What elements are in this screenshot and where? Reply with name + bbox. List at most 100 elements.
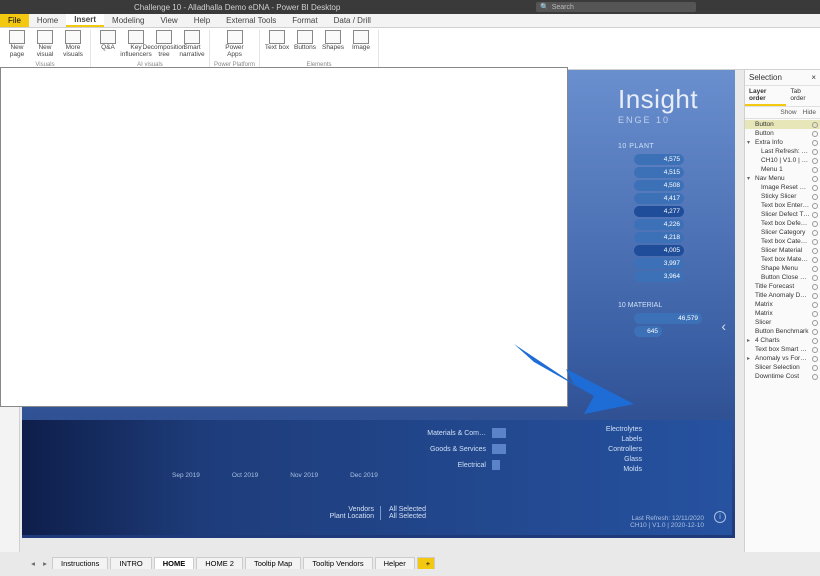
- info-icon[interactable]: i: [714, 511, 726, 523]
- close-icon[interactable]: ×: [811, 73, 816, 82]
- menu-file[interactable]: File: [0, 14, 29, 27]
- menu-format[interactable]: Format: [284, 14, 325, 27]
- ribbon-text-box[interactable]: Text box: [264, 30, 290, 52]
- visibility-toggle-icon[interactable]: [812, 194, 818, 200]
- ribbon-image[interactable]: Image: [348, 30, 374, 52]
- visibility-toggle-icon[interactable]: [812, 203, 818, 209]
- page-tab[interactable]: Tooltip Vendors: [303, 557, 372, 569]
- visibility-toggle-icon[interactable]: [812, 329, 818, 335]
- selection-item[interactable]: ▸Anomaly vs Forecast: [745, 354, 820, 363]
- visibility-toggle-icon[interactable]: [812, 149, 818, 155]
- selection-item[interactable]: Last Refresh: 12/11/…: [745, 147, 820, 156]
- show-all-button[interactable]: Show: [780, 109, 796, 116]
- plant-value-pill[interactable]: 4,226: [634, 219, 684, 230]
- selection-item[interactable]: Text box Smart Narra…: [745, 345, 820, 354]
- visibility-toggle-icon[interactable]: [812, 275, 818, 281]
- expand-icon[interactable]: ▸: [747, 355, 753, 362]
- visibility-toggle-icon[interactable]: [812, 284, 818, 290]
- visibility-toggle-icon[interactable]: [812, 320, 818, 326]
- visibility-toggle-icon[interactable]: [812, 230, 818, 236]
- selection-item[interactable]: Slicer Selection: [745, 363, 820, 372]
- chevron-left-icon[interactable]: ‹: [721, 318, 726, 334]
- visibility-toggle-icon[interactable]: [812, 176, 818, 182]
- selection-item[interactable]: Text box Enter Cust: [745, 201, 820, 210]
- selection-item[interactable]: Slicer Category: [745, 228, 820, 237]
- selection-item[interactable]: Text box Category: [745, 237, 820, 246]
- visibility-toggle-icon[interactable]: [812, 293, 818, 299]
- visibility-toggle-icon[interactable]: [812, 239, 818, 245]
- selection-item[interactable]: Slicer Material: [745, 246, 820, 255]
- visibility-toggle-icon[interactable]: [812, 257, 818, 263]
- selection-item[interactable]: Button Close Nav…: [745, 273, 820, 282]
- material-value-pill[interactable]: 46,579: [634, 313, 702, 324]
- page-tab[interactable]: Tooltip Map: [245, 557, 301, 569]
- ribbon-shapes[interactable]: Shapes: [320, 30, 346, 52]
- page-tab[interactable]: INTRO: [110, 557, 151, 569]
- tab-tab-order[interactable]: Tab order: [786, 86, 820, 106]
- selection-item[interactable]: Text box Material: [745, 255, 820, 264]
- selection-item[interactable]: Title Anomaly Detect…: [745, 291, 820, 300]
- selection-item[interactable]: ▾Nav Menu: [745, 174, 820, 183]
- tab-nav-right-icon[interactable]: ▸: [40, 558, 50, 568]
- visibility-toggle-icon[interactable]: [812, 140, 818, 146]
- visibility-toggle-icon[interactable]: [812, 365, 818, 371]
- menu-external-tools[interactable]: External Tools: [218, 14, 284, 27]
- ribbon-smart-narrative[interactable]: Smart narrative: [179, 30, 205, 58]
- selection-item[interactable]: Button Benchmark: [745, 327, 820, 336]
- selection-item[interactable]: Matrix: [745, 309, 820, 318]
- menu-help[interactable]: Help: [186, 14, 218, 27]
- selection-item[interactable]: Text box Defect T…: [745, 219, 820, 228]
- selection-item[interactable]: Button: [745, 129, 820, 138]
- selection-item[interactable]: Menu 1: [745, 165, 820, 174]
- expand-icon[interactable]: ▾: [747, 175, 753, 182]
- visibility-toggle-icon[interactable]: [812, 185, 818, 191]
- expand-icon[interactable]: ▾: [747, 139, 753, 146]
- ribbon-decomposition[interactable]: Decomposition tree: [151, 30, 177, 58]
- menu-insert[interactable]: Insert: [66, 14, 104, 27]
- plant-value-pill[interactable]: 4,005: [634, 245, 684, 256]
- visibility-toggle-icon[interactable]: [812, 248, 818, 254]
- plant-value-pill[interactable]: 4,575: [634, 154, 684, 165]
- page-tab[interactable]: Helper: [375, 557, 415, 569]
- selection-item[interactable]: ▸4 Charts: [745, 336, 820, 345]
- plant-value-pill[interactable]: 4,508: [634, 180, 684, 191]
- selection-item[interactable]: Slicer: [745, 318, 820, 327]
- page-tab[interactable]: HOME 2: [196, 557, 243, 569]
- visibility-toggle-icon[interactable]: [812, 131, 818, 137]
- expand-icon[interactable]: ▸: [747, 337, 753, 344]
- plant-value-pill[interactable]: 4,515: [634, 167, 684, 178]
- selection-item[interactable]: ▾Extra Info: [745, 138, 820, 147]
- visibility-toggle-icon[interactable]: [812, 122, 818, 128]
- visibility-toggle-icon[interactable]: [812, 212, 818, 218]
- visibility-toggle-icon[interactable]: [812, 167, 818, 173]
- visibility-toggle-icon[interactable]: [812, 302, 818, 308]
- ribbon-more-visuals[interactable]: More visuals: [60, 30, 86, 58]
- hide-all-button[interactable]: Hide: [803, 109, 816, 116]
- ribbon-new-page[interactable]: New page: [4, 30, 30, 58]
- selection-item[interactable]: Image Reset Filters: [745, 183, 820, 192]
- menu-modeling[interactable]: Modeling: [104, 14, 152, 27]
- menu-view[interactable]: View: [153, 14, 186, 27]
- selection-item[interactable]: Downtime Cost: [745, 372, 820, 381]
- visibility-toggle-icon[interactable]: [812, 347, 818, 353]
- visibility-toggle-icon[interactable]: [812, 158, 818, 164]
- plant-value-pill[interactable]: 4,277: [634, 206, 684, 217]
- plant-value-pill[interactable]: 4,417: [634, 193, 684, 204]
- selection-item[interactable]: Slicer Defect Type: [745, 210, 820, 219]
- plant-value-pill[interactable]: 4,218: [634, 232, 684, 243]
- tab-nav-left-icon[interactable]: ◂: [28, 558, 38, 568]
- plant-value-pill[interactable]: 3,964: [634, 271, 684, 282]
- ribbon-qa[interactable]: Q&A: [95, 30, 121, 58]
- selection-item[interactable]: Button: [745, 120, 820, 129]
- visibility-toggle-icon[interactable]: [812, 356, 818, 362]
- add-page-button[interactable]: +: [417, 557, 435, 569]
- menu-home[interactable]: Home: [29, 14, 66, 27]
- visibility-toggle-icon[interactable]: [812, 311, 818, 317]
- page-tab[interactable]: Instructions: [52, 557, 108, 569]
- selection-item[interactable]: Title Forecast: [745, 282, 820, 291]
- visibility-toggle-icon[interactable]: [812, 338, 818, 344]
- selection-item[interactable]: Matrix: [745, 300, 820, 309]
- ribbon-buttons[interactable]: Buttons: [292, 30, 318, 52]
- ribbon-new-visual[interactable]: New visual: [32, 30, 58, 58]
- visibility-toggle-icon[interactable]: [812, 266, 818, 272]
